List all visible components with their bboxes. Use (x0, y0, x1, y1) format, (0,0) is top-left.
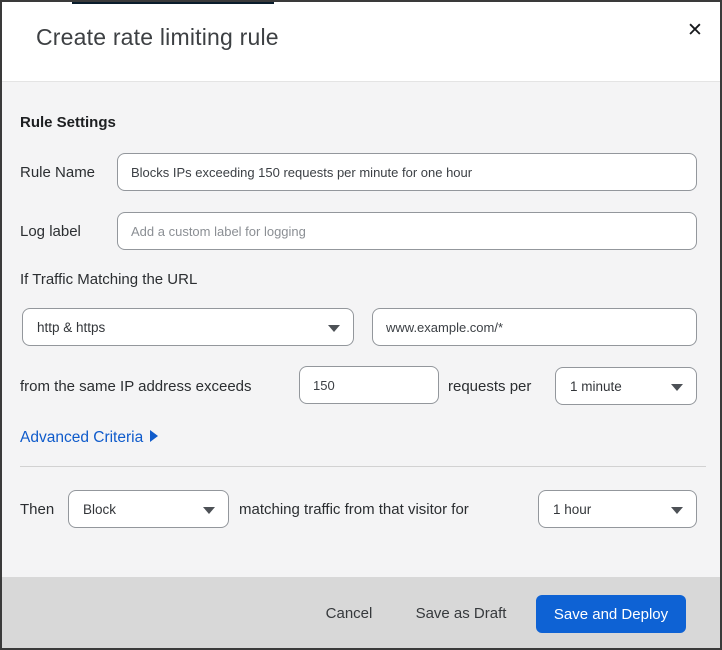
action-select-value: Block (83, 502, 117, 517)
action-text-before: Then (20, 501, 55, 518)
close-icon[interactable]: ✕ (682, 18, 708, 44)
duration-select[interactable]: 1 hour (538, 490, 697, 528)
log-label-label: Log label (20, 223, 81, 240)
rule-name-label: Rule Name (20, 164, 96, 181)
modal-header: Create rate limiting rule ✕ (2, 4, 720, 81)
chevron-down-icon (671, 507, 683, 514)
chevron-down-icon (203, 507, 215, 514)
rule-name-input[interactable] (117, 153, 697, 191)
log-label-input[interactable] (117, 212, 697, 250)
threshold-text-before: from the same IP address exceeds (20, 378, 252, 395)
scheme-select-value: http & https (37, 320, 106, 335)
period-select-value: 1 minute (570, 379, 622, 394)
modal-body: Rule Settings Rule Name Log label If Tra… (2, 81, 720, 577)
url-pattern-input[interactable] (372, 308, 697, 346)
action-text-after: matching traffic from that visitor for (239, 501, 469, 518)
period-select[interactable]: 1 minute (555, 367, 697, 405)
scheme-select[interactable]: http & https (22, 308, 354, 346)
chevron-down-icon (328, 325, 340, 332)
chevron-right-icon (150, 430, 159, 442)
chevron-down-icon (671, 384, 683, 391)
advanced-criteria-label: Advanced Criteria (20, 429, 144, 446)
modal-title: Create rate limiting rule (36, 24, 279, 50)
save-and-deploy-button[interactable]: Save and Deploy (536, 595, 686, 633)
duration-select-value: 1 hour (553, 502, 592, 517)
cancel-button[interactable]: Cancel (302, 595, 396, 633)
advanced-criteria-link[interactable]: Advanced Criteria (20, 429, 159, 447)
section-divider (20, 466, 706, 467)
section-heading: Rule Settings (20, 114, 116, 131)
match-heading: If Traffic Matching the URL (20, 271, 198, 288)
action-select[interactable]: Block (68, 490, 229, 528)
modal-footer: Cancel Save as Draft Save and Deploy (2, 577, 720, 648)
request-count-input[interactable] (299, 366, 439, 404)
rate-limit-modal: Create rate limiting rule ✕ Rule Setting… (0, 0, 722, 650)
save-as-draft-button[interactable]: Save as Draft (405, 595, 517, 633)
threshold-text-after: requests per (448, 378, 532, 395)
